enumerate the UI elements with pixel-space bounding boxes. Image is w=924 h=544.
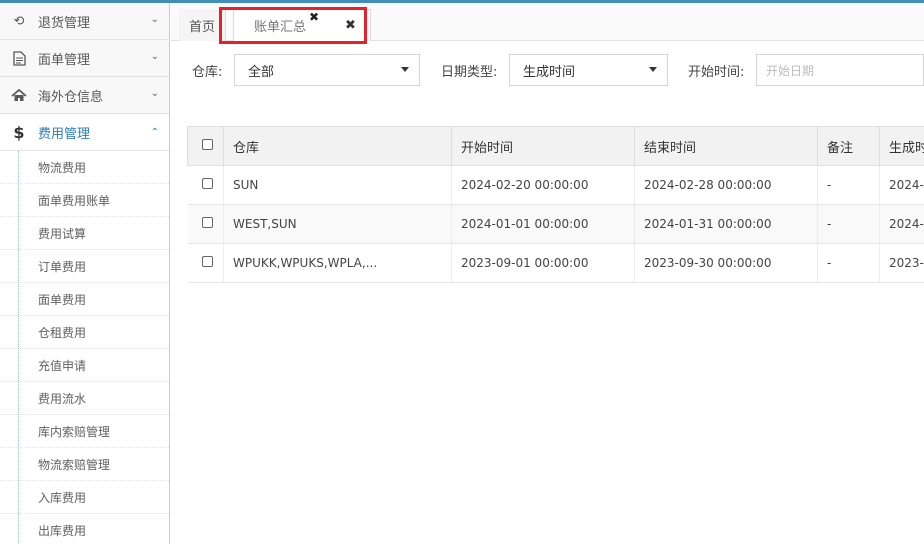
caret-down-icon <box>401 67 409 72</box>
filter-bar: 仓库: 全部 日期类型: 生成时间 开始时间: 开始日期 <box>171 50 924 90</box>
row-checkbox[interactable] <box>201 217 213 228</box>
chevron-down-icon: ⌄ <box>150 88 159 99</box>
sidebar-item-label: 费用管理 <box>38 126 91 142</box>
start-date-placeholder: 开始日期 <box>766 63 815 78</box>
sidebar-item-label: 面单管理 <box>38 52 91 68</box>
sidebar: ⟲ 退货管理 ⌄ 面单管理 ⌄ 海外仓信息 ⌄ $ 费用管理 ⌃ 物流费用 面单… <box>0 3 170 544</box>
row-checkbox[interactable] <box>201 178 213 189</box>
submenu-item[interactable]: 费用流水 <box>0 382 169 415</box>
warehouse-select[interactable]: 全部 <box>234 54 420 86</box>
tab-bill-summary[interactable]: 账单汇总 ✖ ✖ <box>233 9 371 41</box>
select-all-cell <box>187 126 224 166</box>
table-cell: - <box>817 243 880 283</box>
table-cell: - <box>817 204 880 244</box>
table-cell: 2023- <box>879 243 924 283</box>
dollar-icon: $ <box>13 122 25 142</box>
table-cell: SUN <box>223 165 452 205</box>
close-icon[interactable]: ✖ <box>309 10 319 24</box>
document-icon <box>10 50 28 66</box>
submenu-item[interactable]: 面单费用 <box>0 283 169 316</box>
date-type-select[interactable]: 生成时间 <box>509 54 668 86</box>
submenu-item[interactable]: 物流费用 <box>0 151 169 184</box>
chevron-up-icon: ⌃ <box>150 127 159 138</box>
submenu-item[interactable]: 库内索赔管理 <box>0 415 169 448</box>
sidebar-item-overseas-warehouse[interactable]: 海外仓信息 ⌄ <box>0 77 169 114</box>
close-icon[interactable]: ✖ <box>345 18 356 33</box>
submenu-item[interactable]: 面单费用账单 <box>0 184 169 217</box>
warehouse-select-value: 全部 <box>248 64 275 80</box>
bill-table: 仓库 开始时间 结束时间 备注 生成时 SUN 2024-02-20 00:00… <box>187 126 924 286</box>
tab-home[interactable]: 首页 <box>179 9 227 41</box>
table-row[interactable]: WPUKK,WPUKS,WPLA,... 2023-09-01 00:00:00… <box>187 243 924 283</box>
table-cell: 2023-09-01 00:00:00 <box>451 243 635 283</box>
sidebar-item-label: 海外仓信息 <box>38 89 104 105</box>
row-select-cell <box>187 243 224 283</box>
table-cell: 2023-09-30 00:00:00 <box>634 243 818 283</box>
submenu-item[interactable]: 仓租费用 <box>0 316 169 349</box>
date-type-label: 日期类型: <box>441 65 498 80</box>
warehouse-label: 仓库: <box>192 65 223 80</box>
chevron-down-icon: ⌄ <box>150 51 159 62</box>
submenu-item[interactable]: 费用试算 <box>0 217 169 250</box>
table-row[interactable]: WEST,SUN 2024-01-01 00:00:00 2024-01-31 … <box>187 204 924 244</box>
undo-icon: ⟲ <box>13 13 25 29</box>
home-icon <box>10 88 28 102</box>
start-time-label: 开始时间: <box>688 65 745 80</box>
submenu-item[interactable]: 充值申请 <box>0 349 169 382</box>
submenu-item[interactable]: 出库费用 <box>0 514 169 544</box>
select-all-checkbox[interactable] <box>202 138 213 150</box>
table-row[interactable]: SUN 2024-02-20 00:00:00 2024-02-28 00:00… <box>187 165 924 205</box>
start-date-input[interactable]: 开始日期 <box>756 54 924 86</box>
submenu-item[interactable]: 入库费用 <box>0 481 169 514</box>
table-header-row: 仓库 开始时间 结束时间 备注 生成时 <box>187 126 924 166</box>
fee-submenu: 物流费用 面单费用账单 费用试算 订单费用 面单费用 仓租费用 充值申请 费用流… <box>0 151 169 544</box>
chevron-down-icon: ⌄ <box>150 14 159 25</box>
row-checkbox[interactable] <box>201 256 213 267</box>
column-header[interactable]: 生成时 <box>879 126 924 166</box>
column-header[interactable]: 开始时间 <box>451 126 635 166</box>
tab-bar: 首页 账单汇总 ✖ ✖ <box>171 3 924 41</box>
column-header[interactable]: 仓库 <box>223 126 452 166</box>
row-select-cell <box>187 204 224 244</box>
table-cell: 2024- <box>879 165 924 205</box>
submenu-item[interactable]: 订单费用 <box>0 250 169 283</box>
sidebar-item-waybill[interactable]: 面单管理 ⌄ <box>0 40 169 77</box>
column-header[interactable]: 备注 <box>817 126 880 166</box>
tab-label: 首页 <box>189 19 216 35</box>
table-cell: 2024-02-28 00:00:00 <box>634 165 818 205</box>
table-cell: 2024- <box>879 204 924 244</box>
table-cell: WPUKK,WPUKS,WPLA,... <box>223 243 452 283</box>
table-cell: 2024-02-20 00:00:00 <box>451 165 635 205</box>
caret-down-icon <box>649 67 657 72</box>
row-select-cell <box>187 165 224 205</box>
column-header[interactable]: 结束时间 <box>634 126 818 166</box>
table-cell: 2024-01-31 00:00:00 <box>634 204 818 244</box>
sidebar-item-returns[interactable]: ⟲ 退货管理 ⌄ <box>0 3 169 40</box>
date-type-select-value: 生成时间 <box>523 64 576 80</box>
tab-label: 账单汇总 <box>254 20 307 35</box>
table-cell: - <box>817 165 880 205</box>
sidebar-item-label: 退货管理 <box>38 15 91 31</box>
table-cell: 2024-01-01 00:00:00 <box>451 204 635 244</box>
sidebar-item-fee-management[interactable]: $ 费用管理 ⌃ <box>0 114 169 151</box>
submenu-item[interactable]: 物流索赔管理 <box>0 448 169 481</box>
table-cell: WEST,SUN <box>223 204 452 244</box>
